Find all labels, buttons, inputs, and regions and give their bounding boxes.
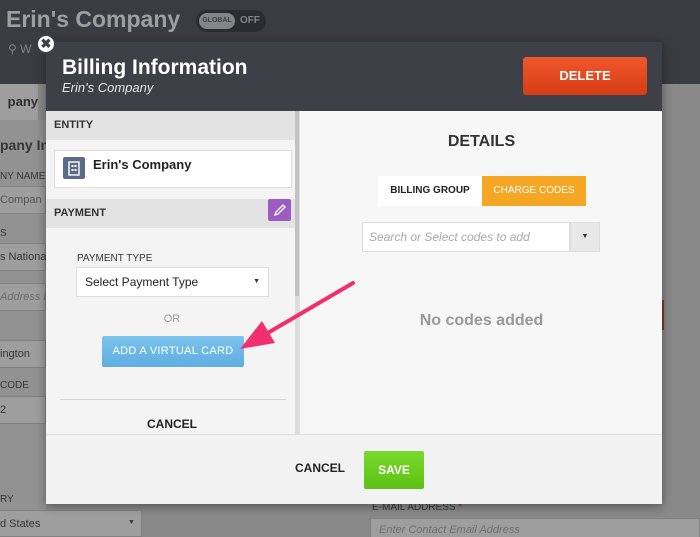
or-separator: OR — [163, 313, 181, 325]
save-button[interactable]: SAVE — [364, 451, 424, 489]
cancel-button[interactable]: CANCEL — [295, 461, 345, 475]
edit-payment-button[interactable] — [268, 199, 291, 221]
modal-subtitle: Erin's Company — [62, 80, 154, 95]
left-panel: ENTITY Erin's Company PAYMENT PAYMENT TY… — [46, 111, 298, 434]
tab-billing-group[interactable]: BILLING GROUP — [378, 176, 482, 206]
details-title: DETAILS — [447, 133, 516, 150]
pencil-icon — [273, 204, 286, 217]
payment-cancel-button[interactable]: CANCEL — [46, 417, 298, 431]
codes-search-input[interactable]: Search or Select codes to add — [362, 222, 570, 252]
modal-footer: CANCEL SAVE — [46, 434, 662, 504]
billing-modal: Billing Information Erin's Company DELET… — [46, 42, 662, 504]
chevron-down-icon: ▼ — [581, 233, 589, 240]
codes-dropdown-button[interactable]: ▼ — [570, 222, 600, 252]
delete-button[interactable]: DELETE — [523, 57, 647, 95]
entity-card[interactable]: Erin's Company — [54, 150, 292, 188]
add-virtual-card-button[interactable]: ADD A VIRTUAL CARD — [102, 336, 244, 367]
entity-name: Erin's Company — [93, 157, 192, 172]
payment-type-select[interactable]: Select Payment Type ▼ — [76, 267, 269, 297]
entity-section-label: ENTITY — [46, 111, 298, 140]
details-panel: DETAILS BILLING GROUP CHARGE CODES Searc… — [299, 111, 662, 434]
tab-charge-codes[interactable]: CHARGE CODES — [482, 176, 586, 206]
building-icon — [63, 157, 85, 179]
divider — [60, 399, 286, 400]
payment-type-label: PAYMENT TYPE — [77, 253, 153, 264]
modal-header: Billing Information Erin's Company DELET… — [46, 42, 662, 111]
modal-title: Billing Information — [62, 56, 248, 79]
chevron-down-icon: ▼ — [253, 278, 260, 285]
empty-codes-message: No codes added — [419, 312, 544, 329]
payment-section-label: PAYMENT — [46, 199, 298, 228]
close-icon[interactable]: ✖ — [36, 34, 56, 54]
